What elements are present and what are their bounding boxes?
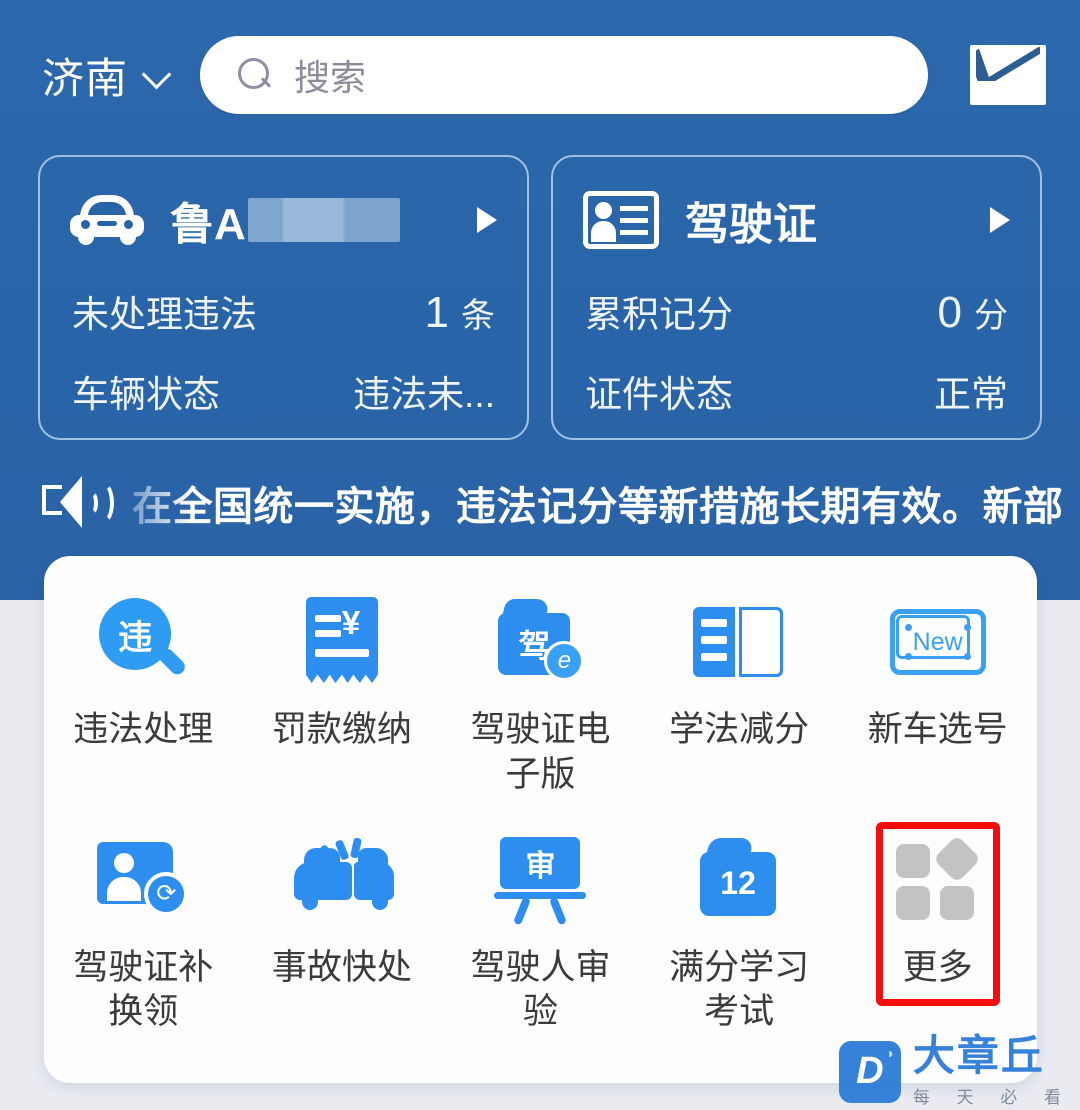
service-item-violation-handling[interactable]: 违 违法处理 — [44, 594, 243, 798]
cell-icon-wrap: 12 — [691, 832, 787, 928]
vehicle-card[interactable]: 鲁A 未处理违法 1条 车辆状态 违法未... — [38, 155, 529, 440]
service-label: 学法减分 — [669, 710, 810, 749]
cell-icon-wrap — [691, 594, 787, 690]
status-cards: 鲁A 未处理违法 1条 车辆状态 违法未... 驾驶证 累积记分 0 分 证件状… — [38, 155, 1042, 440]
watermark-title: 大章丘 — [912, 1032, 1045, 1079]
service-label: 驾驶证补换领 — [73, 947, 214, 1032]
license-card-header: 驾驶证 — [583, 183, 1010, 257]
search-input[interactable]: 搜索 — [200, 36, 928, 114]
vehicle-card-header: 鲁A — [70, 183, 497, 257]
license-row-points-label: 累积记分 — [585, 293, 733, 335]
license-row-status-label: 证件状态 — [585, 374, 733, 415]
watermark-logo-icon: D ◗ — [838, 1040, 901, 1103]
service-item-driver-review[interactable]: 审 驾驶人审验 — [441, 832, 640, 1036]
cell-icon-wrap — [293, 832, 394, 928]
vehicle-row-violations-value: 1 — [424, 287, 449, 337]
vehicle-row-violations-unit: 条 — [461, 296, 495, 335]
service-item-full-points-exam[interactable]: 12 满分学习考试 — [640, 832, 839, 1036]
chevron-right-icon[interactable] — [477, 207, 497, 233]
service-item-fine-payment[interactable]: ¥ 罚款缴纳 — [243, 594, 442, 798]
cell-icon-wrap — [890, 832, 986, 928]
car-icon — [70, 195, 144, 245]
service-item-license-replacement[interactable]: ⟳ 驾驶证补换领 — [44, 832, 243, 1036]
license-card[interactable]: 驾驶证 累积记分 0分 证件状态 正常 — [551, 155, 1042, 440]
new-glyph: New — [912, 627, 963, 656]
cell-icon-wrap: ⟳ — [95, 832, 191, 928]
watermark-text: 大章丘 每 天 必 看 — [913, 1035, 1072, 1108]
license-card-title: 驾驶证 — [685, 200, 817, 249]
cell-icon-wrap: 驾 e — [492, 594, 588, 690]
plate-prefix: 鲁A — [170, 200, 246, 249]
twelve-glyph: 12 — [700, 851, 777, 916]
service-grid-panel: 违 违法处理 ¥ 罚款缴纳 驾 e 驾驶证电子版 学法减分 New 新车选号 ⟳… — [44, 556, 1037, 1083]
folder-12-icon: 12 — [696, 837, 782, 922]
announcement-ticker[interactable]: 在全国统一实施，违法记分等新措施长期有效。新部 — [0, 455, 1080, 551]
violation-search-icon: 违 — [99, 598, 189, 686]
chevron-right-icon[interactable] — [990, 207, 1010, 233]
mail-envelope-icon[interactable] — [970, 45, 1046, 105]
vehicle-row-violations-label: 未处理违法 — [72, 293, 257, 335]
service-grid-row: ⟳ 驾驶证补换领 事故快处 审 驾驶人审验 12 满分学习考试 更多 — [44, 821, 1037, 1036]
vehicle-row-status: 车辆状态 违法未... — [70, 362, 497, 418]
license-wallet-icon: 驾 e — [494, 599, 586, 685]
city-label: 济南 — [42, 54, 129, 102]
plate-masked-block — [247, 198, 400, 242]
service-label: 事故快处 — [271, 947, 412, 987]
refresh-glyph: ⟳ — [144, 871, 189, 916]
service-item-e-license[interactable]: 驾 e 驾驶证电子版 — [441, 594, 640, 798]
more-grid-icon — [895, 834, 981, 922]
review-glyph: 审 — [500, 836, 581, 889]
service-item-study-points[interactable]: 学法减分 — [640, 594, 839, 798]
service-item-accident-quick-handling[interactable]: 事故快处 — [243, 832, 442, 1036]
watermark-subtitle: 每 天 必 看 — [912, 1088, 1072, 1107]
service-label: 驾驶证电子版 — [470, 710, 611, 794]
search-icon — [238, 58, 272, 92]
service-label: 满分学习考试 — [669, 947, 810, 1032]
speaker-icon — [42, 476, 114, 530]
chevron-down-icon — [144, 62, 170, 88]
cell-icon-wrap: 违 — [95, 594, 191, 690]
watermark: D ◗ 大章丘 每 天 必 看 — [838, 1035, 1072, 1108]
cell-icon-wrap: ¥ — [294, 594, 390, 690]
service-label: 更多 — [902, 947, 973, 987]
review-board-icon: 审 — [494, 836, 587, 926]
license-plate-new-icon: New — [889, 609, 986, 675]
vehicle-row-status-value: 违法未... — [353, 374, 495, 415]
open-book-icon — [693, 603, 785, 681]
search-placeholder: 搜索 — [294, 57, 367, 98]
service-grid-row: 违 违法处理 ¥ 罚款缴纳 驾 e 驾驶证电子版 学法减分 New 新车选号 — [44, 594, 1037, 798]
service-item-more[interactable]: 更多 — [838, 821, 1037, 1036]
service-item-new-plate-selection[interactable]: New 新车选号 — [838, 594, 1037, 798]
license-row-points-value: 0 — [937, 287, 962, 337]
cell-icon-wrap: 审 — [492, 832, 588, 928]
id-card-icon — [583, 191, 659, 249]
receipt-yuan-icon: ¥ — [302, 597, 382, 687]
vehicle-plate-title: 鲁A — [170, 188, 400, 252]
city-selector[interactable]: 济南 — [42, 45, 170, 106]
vehicle-row-violations: 未处理违法 1条 — [70, 282, 497, 338]
service-label: 罚款缴纳 — [271, 710, 412, 749]
person-card-refresh-icon: ⟳ — [97, 841, 189, 918]
service-label: 驾驶人审验 — [470, 947, 611, 1032]
cell-icon-wrap: New — [889, 594, 986, 690]
service-label: 新车选号 — [867, 710, 1008, 749]
e-badge: e — [544, 641, 585, 681]
announcement-text: 在全国统一实施，违法记分等新措施长期有效。新部 — [132, 485, 1064, 529]
wifi-waves-icon: ◗ — [886, 1044, 895, 1061]
license-row-status-value: 正常 — [934, 374, 1008, 415]
car-crash-icon — [293, 836, 394, 920]
license-row-points: 累积记分 0分 — [583, 282, 1010, 338]
vehicle-row-status-label: 车辆状态 — [72, 374, 220, 415]
service-label: 违法处理 — [73, 710, 214, 749]
license-row-points-unit: 分 — [974, 296, 1008, 335]
license-row-status: 证件状态 正常 — [583, 362, 1010, 418]
app-header: 济南 搜索 — [0, 0, 1080, 150]
yuan-glyph: ¥ — [341, 604, 361, 641]
